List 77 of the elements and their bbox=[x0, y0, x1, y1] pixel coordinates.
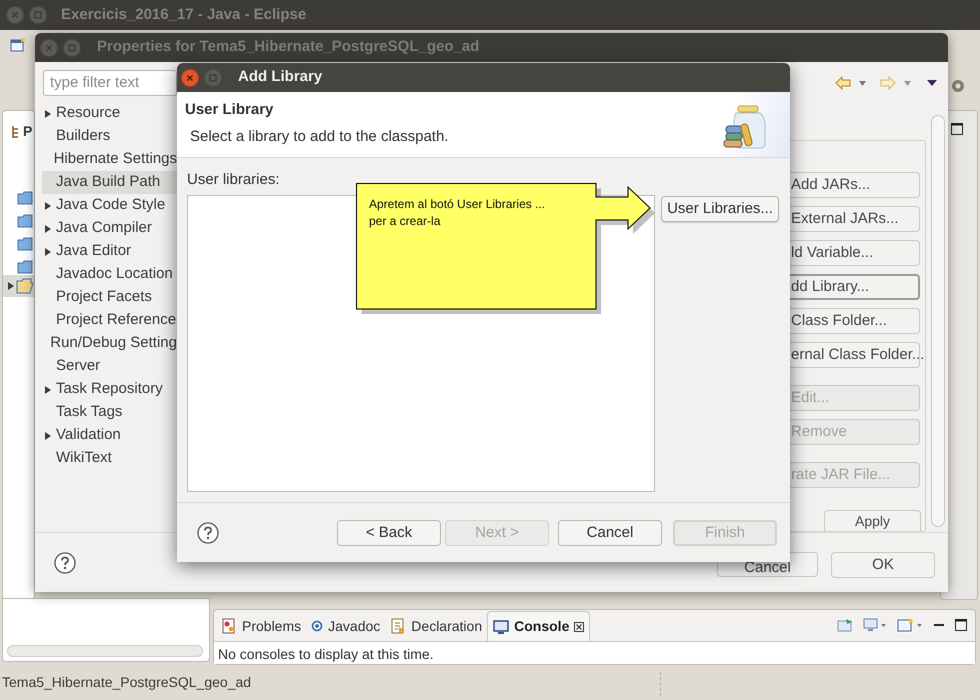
expand-arrow-icon[interactable] bbox=[44, 246, 52, 256]
folder-icon[interactable] bbox=[17, 237, 33, 251]
callout-text: Apretem al botó User Libraries ... per a crear-la bbox=[369, 196, 546, 230]
apply-button[interactable]: Apply bbox=[824, 510, 921, 531]
maximize-icon[interactable] bbox=[955, 619, 967, 631]
explorer-tab[interactable]: P bbox=[23, 121, 32, 142]
tree-item[interactable]: Java Compiler bbox=[42, 217, 177, 240]
problems-icon bbox=[221, 618, 237, 634]
search-field[interactable]: type filter text bbox=[43, 70, 177, 96]
expand-arrow-icon[interactable] bbox=[44, 430, 52, 440]
tree-item[interactable]: Builders bbox=[42, 125, 177, 148]
tree-item[interactable]: Java Build Path bbox=[42, 171, 177, 194]
new-window-icon[interactable] bbox=[10, 37, 26, 53]
project-row[interactable] bbox=[3, 275, 34, 297]
folder-icon[interactable] bbox=[17, 191, 33, 205]
expand-arrow-icon[interactable] bbox=[44, 384, 52, 394]
tree-item[interactable]: Hibernate Settings bbox=[42, 148, 177, 171]
ok-button[interactable]: OK bbox=[831, 552, 935, 578]
status-text: Tema5_Hibernate_PostgreSQL_geo_ad bbox=[2, 673, 252, 692]
build-path-button: Edit... bbox=[790, 385, 920, 411]
document-icon bbox=[390, 618, 406, 634]
window-title: Properties for Tema5_Hibernate_PostgreSQL_geo_ad bbox=[97, 37, 480, 58]
open-folder-icon bbox=[16, 278, 34, 294]
dropdown-arrow-icon[interactable] bbox=[859, 80, 866, 86]
console-message: No consoles to display at this time. bbox=[214, 642, 975, 664]
wizard-button[interactable]: < Back bbox=[337, 520, 441, 546]
build-path-button[interactable]: External JARs... bbox=[790, 206, 920, 232]
expand-arrow-icon[interactable] bbox=[44, 224, 52, 234]
panel-tab[interactable]: Javadoc bbox=[306, 611, 386, 641]
monitor-icon bbox=[493, 618, 510, 634]
jar-icon bbox=[722, 104, 768, 150]
close-icon[interactable] bbox=[574, 622, 584, 632]
expand-arrow-icon[interactable] bbox=[7, 281, 15, 291]
build-path-button: Remove bbox=[790, 419, 920, 445]
vertical-scrollbar[interactable] bbox=[931, 115, 945, 527]
build-path-button: rate JAR File... bbox=[790, 462, 920, 488]
tree-item[interactable]: Validation bbox=[42, 424, 177, 447]
wizard-button[interactable]: Cancel bbox=[558, 520, 662, 546]
back-arrow-icon[interactable] bbox=[835, 76, 851, 90]
hierarchy-icon bbox=[11, 126, 21, 138]
user-libraries-button[interactable]: User Libraries... bbox=[661, 196, 779, 222]
build-path-button[interactable]: Class Folder... bbox=[790, 308, 920, 334]
monitor-icon[interactable] bbox=[863, 618, 887, 632]
build-path-button[interactable]: Add JARs... bbox=[790, 172, 920, 198]
tree-item[interactable]: Project Facets bbox=[42, 286, 177, 309]
panel-tab[interactable]: Declaration bbox=[385, 611, 488, 641]
tree-item[interactable]: Javadoc Location bbox=[42, 263, 177, 286]
dialog-title: Add Library bbox=[238, 67, 322, 88]
tree-item[interactable]: Java Editor bbox=[42, 240, 177, 263]
dialog-description: Select a library to add to the classpath. bbox=[190, 127, 448, 147]
wizard-button: Finish bbox=[673, 520, 777, 546]
tree-item[interactable]: Server bbox=[42, 355, 177, 378]
horizontal-scrollbar[interactable] bbox=[7, 645, 203, 657]
help-icon[interactable] bbox=[54, 552, 76, 574]
list-label: User libraries: bbox=[187, 170, 280, 190]
dialog-heading: User Library bbox=[185, 100, 274, 120]
panel-tab[interactable]: Console bbox=[487, 611, 590, 641]
tree-item[interactable]: Project Reference bbox=[42, 309, 177, 332]
expand-arrow-icon[interactable] bbox=[44, 108, 52, 118]
tree-item[interactable]: Resource bbox=[42, 102, 177, 125]
build-path-button[interactable]: dd Library... bbox=[790, 274, 920, 300]
menu-icon[interactable] bbox=[927, 80, 937, 86]
expand-arrow-icon[interactable] bbox=[44, 200, 52, 210]
new-console-icon[interactable] bbox=[897, 618, 923, 632]
tree-item[interactable]: Task Tags bbox=[42, 401, 177, 424]
window-title: Exercicis_2016_17 - Java - Eclipse bbox=[61, 4, 306, 25]
tree-item[interactable]: Run/Debug Setting bbox=[42, 332, 177, 355]
folder-icon[interactable] bbox=[17, 214, 33, 228]
help-icon[interactable] bbox=[197, 522, 219, 544]
tree-item[interactable]: Java Code Style bbox=[42, 194, 177, 217]
maximize-icon[interactable] bbox=[951, 123, 963, 135]
tree-item[interactable]: Task Repository bbox=[42, 378, 177, 401]
build-path-button[interactable]: ld Variable... bbox=[790, 240, 920, 266]
panel-tab[interactable]: Problems bbox=[216, 611, 306, 641]
pin-icon[interactable] bbox=[837, 618, 853, 632]
wizard-button: Next > bbox=[445, 520, 549, 546]
tree-item[interactable]: WikiText bbox=[42, 447, 177, 470]
